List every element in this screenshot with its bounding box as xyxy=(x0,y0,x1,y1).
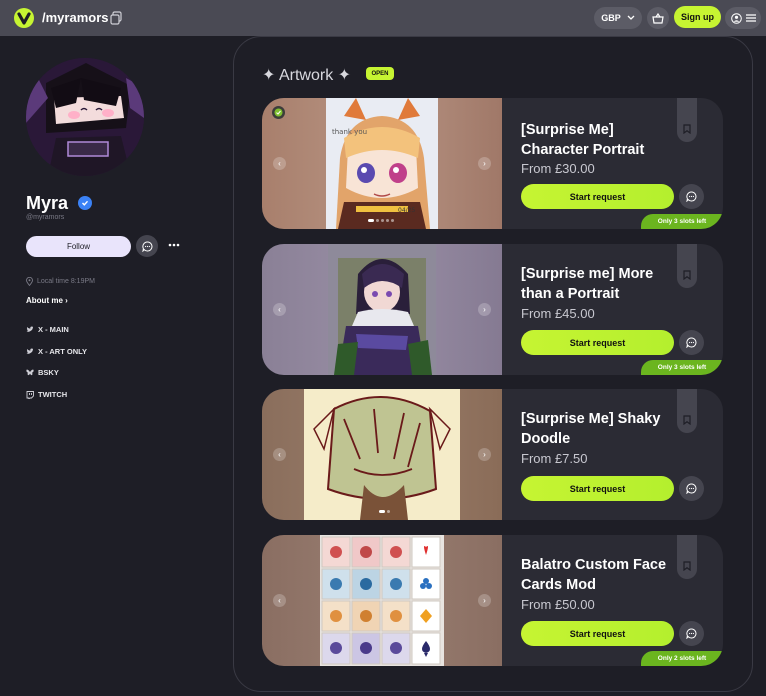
carousel-prev-button[interactable]: ‹ xyxy=(273,157,286,170)
listing-title[interactable]: [Surprise Me] Character Portrait xyxy=(521,120,681,160)
listing-card-shaky-doodle[interactable]: ‹ › [Surprise Me] Shaky Doodle From £7.5… xyxy=(262,389,723,520)
svg-text:04/25: 04/25 xyxy=(398,207,415,214)
svg-text:thank you: thank you xyxy=(332,128,367,136)
social-link-x-main[interactable]: X - MAIN xyxy=(26,325,69,334)
twitch-icon xyxy=(26,390,34,399)
carousel-next-button[interactable]: › xyxy=(478,594,491,607)
bookmark-button[interactable] xyxy=(677,98,697,142)
social-link-twitch[interactable]: TWITCH xyxy=(26,390,67,399)
bookmark-icon xyxy=(683,124,691,134)
bookmark-button[interactable] xyxy=(677,244,697,288)
logo-icon[interactable] xyxy=(12,7,36,29)
social-link-x-art-only[interactable]: X - ART ONLY xyxy=(26,347,87,356)
top-bar: /myramors GBP Sign up xyxy=(0,0,766,36)
hamburger-menu-icon xyxy=(745,14,756,22)
social-link-bsky[interactable]: BSKY xyxy=(26,368,59,377)
bookmark-button[interactable] xyxy=(677,389,697,433)
listing-price: From £45.00 xyxy=(521,306,595,321)
chat-bubble-icon xyxy=(686,483,697,494)
basket-icon xyxy=(652,12,664,24)
more-options-button[interactable] xyxy=(166,237,182,253)
start-request-button[interactable]: Start request xyxy=(521,330,674,355)
ellipsis-icon xyxy=(168,243,180,247)
listing-title[interactable]: Balatro Custom Face Cards Mod xyxy=(521,555,681,595)
chevron-right-icon: › xyxy=(65,296,68,305)
listing-image-carousel[interactable]: thank you 04/25 ‹ › xyxy=(262,98,502,229)
listing-image-carousel[interactable]: ‹ › xyxy=(262,535,502,666)
section-title: ✦ Artwork ✦ xyxy=(262,67,352,84)
message-button[interactable] xyxy=(136,235,158,257)
location-pin-icon xyxy=(26,277,33,286)
user-icon xyxy=(730,12,742,24)
bookmark-icon xyxy=(683,415,691,425)
currency-select[interactable]: GBP xyxy=(594,7,642,29)
listing-card-balatro-face-cards[interactable]: ‹ › Balatro Custom Face Cards Mod From £… xyxy=(262,535,723,666)
carousel-prev-button[interactable]: ‹ xyxy=(273,448,286,461)
verified-badge-icon xyxy=(78,196,92,210)
message-seller-button[interactable] xyxy=(679,476,704,501)
social-link-label: TWITCH xyxy=(38,390,68,399)
listing-title[interactable]: [Surprise Me] Shaky Doodle xyxy=(521,409,681,449)
verified-seller-icon xyxy=(272,106,285,119)
account-menu-button[interactable] xyxy=(725,7,761,29)
listing-title[interactable]: [Surprise me] More than a Portrait xyxy=(521,264,681,304)
social-link-label: BSKY xyxy=(38,368,59,377)
social-link-label: X - ART ONLY xyxy=(38,347,88,356)
currency-label: GBP xyxy=(601,13,621,23)
carousel-prev-button[interactable]: ‹ xyxy=(273,303,286,316)
listing-price: From £7.50 xyxy=(521,451,588,466)
listing-artwork-image xyxy=(328,244,436,375)
listing-image-carousel[interactable]: ‹ › xyxy=(262,389,502,520)
chevron-down-icon xyxy=(627,15,635,20)
x-bird-icon xyxy=(26,348,34,354)
start-request-button[interactable]: Start request xyxy=(521,621,674,646)
listing-artwork-image: thank you 04/25 xyxy=(326,98,438,229)
profile-handle-link[interactable]: /myramors xyxy=(42,10,108,25)
x-bird-icon xyxy=(26,326,34,332)
slots-remaining-badge: Only 3 slots left xyxy=(641,360,723,375)
about-me-label: About me xyxy=(26,296,63,305)
about-me-link[interactable]: About me › xyxy=(26,296,68,305)
message-seller-button[interactable] xyxy=(679,621,704,646)
chat-bubble-icon xyxy=(686,191,697,202)
start-request-button[interactable]: Start request xyxy=(521,184,674,209)
listing-card-more-than-portrait[interactable]: ‹ › [Surprise me] More than a Portrait F… xyxy=(262,244,723,375)
start-request-button[interactable]: Start request xyxy=(521,476,674,501)
avatar-illustration xyxy=(26,58,144,176)
carousel-dots xyxy=(368,219,394,222)
profile-handle: @myramors xyxy=(26,214,65,221)
carousel-next-button[interactable]: › xyxy=(478,157,491,170)
listing-card-character-portrait[interactable]: thank you 04/25 ‹ › [Surprise Me] Charac… xyxy=(262,98,723,229)
status-badge: OPEN xyxy=(366,67,394,80)
cart-button[interactable] xyxy=(647,7,669,29)
avatar xyxy=(26,58,144,176)
local-time-label: Local time 8:19PM xyxy=(37,278,95,285)
listing-price: From £50.00 xyxy=(521,597,595,612)
carousel-prev-button[interactable]: ‹ xyxy=(273,594,286,607)
chat-bubble-icon xyxy=(141,240,152,252)
bookmark-icon xyxy=(683,561,691,571)
slots-remaining-badge: Only 2 slots left xyxy=(641,651,723,666)
slots-remaining-badge: Only 3 slots left xyxy=(641,214,723,229)
profile-name: Myra xyxy=(26,193,69,213)
carousel-next-button[interactable]: › xyxy=(478,303,491,316)
local-time: Local time 8:19PM xyxy=(26,277,95,286)
butterfly-icon xyxy=(26,369,34,376)
carousel-next-button[interactable]: › xyxy=(478,448,491,461)
sign-up-button[interactable]: Sign up xyxy=(674,6,721,28)
listing-image-carousel[interactable]: ‹ › xyxy=(262,244,502,375)
listing-price: From £30.00 xyxy=(521,161,595,176)
chat-bubble-icon xyxy=(686,337,697,348)
copy-icon[interactable] xyxy=(110,11,122,25)
carousel-dots xyxy=(379,510,390,513)
bookmark-icon xyxy=(683,270,691,280)
message-seller-button[interactable] xyxy=(679,184,704,209)
follow-button[interactable]: Follow xyxy=(26,236,131,257)
listing-artwork-image xyxy=(304,389,460,520)
social-link-label: X - MAIN xyxy=(38,325,69,334)
listing-artwork-image xyxy=(320,535,444,666)
bookmark-button[interactable] xyxy=(677,535,697,579)
message-seller-button[interactable] xyxy=(679,330,704,355)
chat-bubble-icon xyxy=(686,628,697,639)
